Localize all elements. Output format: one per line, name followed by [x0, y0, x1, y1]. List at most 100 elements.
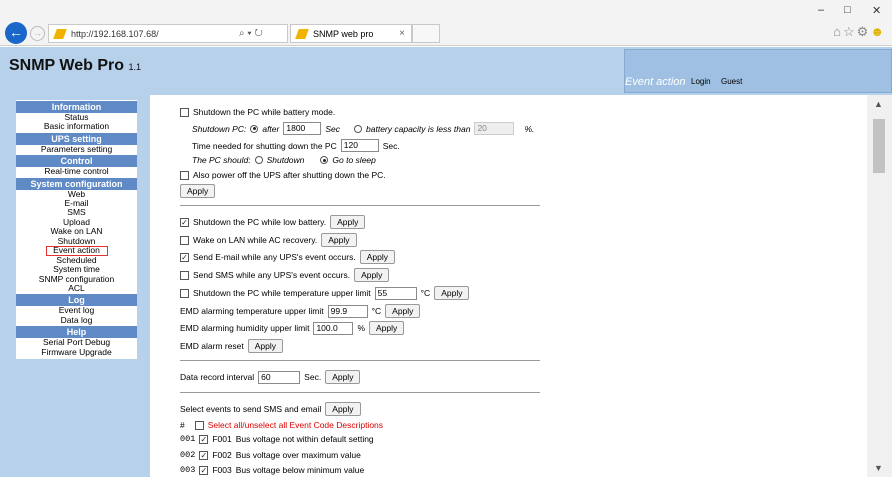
tab-close-icon[interactable]: ×: [399, 28, 405, 39]
battery-apply-row: Apply: [180, 184, 216, 198]
after-label: after: [262, 123, 280, 134]
battery-mode-row: Shutdown the PC while battery mode.: [180, 107, 335, 117]
emd-humidity-unit-label: %: [357, 323, 365, 333]
event-checkbox[interactable]: ✓: [199, 434, 209, 444]
scroll-thumb[interactable]: [873, 119, 885, 173]
pc-should-label: The PC should:: [192, 155, 251, 165]
menu-section-system-configuration[interactable]: System configuration: [16, 177, 137, 190]
low-battery-apply-button[interactable]: Apply: [330, 215, 366, 229]
power-off-checkbox[interactable]: [180, 170, 189, 180]
restore-icon[interactable]: □: [844, 4, 851, 16]
event-checkbox[interactable]: ✓: [199, 450, 209, 460]
menu-item-basic-information[interactable]: Basic information: [16, 121, 137, 131]
sms-event-checkbox[interactable]: [180, 270, 189, 280]
browser-tab[interactable]: SNMP web pro ×: [290, 24, 412, 43]
emd-temp-apply-button[interactable]: Apply: [385, 304, 421, 318]
menu-item-real-time-control[interactable]: Real-time control: [16, 166, 137, 176]
select-all-label: Select all/unselect all Event Code Descr…: [207, 420, 384, 430]
battery-mode-label: Shutdown the PC while battery mode.: [193, 107, 336, 117]
event-row: 001 ✓ F001 Bus voltage not within defaul…: [180, 434, 374, 444]
back-arrow-icon[interactable]: ←: [5, 22, 27, 44]
wake-lan-row: Wake on LAN while AC recovery. Apply: [180, 233, 357, 247]
temp-limit-apply-button[interactable]: Apply: [434, 286, 470, 300]
menu-item-acl[interactable]: ACL: [16, 283, 137, 293]
capacity-label: battery capacity is less than: [366, 123, 471, 134]
temp-limit-row: Shutdown the PC while temperature upper …: [180, 286, 470, 300]
email-event-checkbox[interactable]: ✓: [180, 252, 189, 262]
home-star-gear-icons: ⌂☆⚙: [833, 24, 871, 39]
emd-humidity-label: EMD alarming humidity upper limit: [180, 323, 310, 333]
sleep-label: Go to sleep: [332, 155, 376, 165]
time-needed-label: Time needed for shutting down the PC: [192, 140, 337, 151]
temp-limit-input[interactable]: 55: [374, 286, 417, 300]
browser-right-icons[interactable]: ⌂☆⚙☻: [833, 24, 886, 40]
tab-title: SNMP web pro: [313, 29, 374, 39]
forward-arrow-icon[interactable]: →: [30, 26, 45, 41]
menu-item-parameters-setting[interactable]: Parameters setting: [16, 144, 137, 154]
after-seconds-input[interactable]: 1800: [283, 122, 322, 135]
low-battery-row: ✓ Shutdown the PC while low battery. App…: [180, 215, 366, 229]
sleep-radio[interactable]: [320, 156, 329, 164]
shutdown-pc-row: Shutdown PC: after 1800 Sec battery capa…: [192, 122, 534, 135]
wake-lan-label: Wake on LAN while AC recovery.: [193, 235, 318, 245]
emd-humidity-input[interactable]: 100.0: [313, 321, 354, 335]
percent-label: %.: [524, 123, 535, 134]
after-radio[interactable]: [250, 124, 259, 133]
address-url: http://192.168.107.68/: [71, 29, 159, 39]
event-row: 003 ✓ F003 Bus voltage below minimum val…: [180, 465, 364, 475]
app-title: SNMP Web Pro 1.1: [9, 57, 141, 74]
select-all-row: # Select all/unselect all Event Code Des…: [180, 420, 383, 430]
power-off-row: Also power off the UPS after shutting do…: [180, 170, 386, 180]
divider: [180, 205, 540, 206]
select-events-apply-button[interactable]: Apply: [325, 402, 361, 416]
smiley-icon: ☻: [870, 24, 886, 39]
emd-reset-row: EMD alarm reset Apply: [180, 339, 284, 353]
menu-section-ups-setting[interactable]: UPS setting: [16, 132, 137, 145]
event-number: 002: [180, 450, 196, 460]
vertical-scrollbar[interactable]: ▲ ▼: [867, 95, 892, 477]
emd-reset-apply-button[interactable]: Apply: [247, 339, 284, 353]
battery-apply-button[interactable]: Apply: [180, 184, 216, 198]
scroll-down-icon[interactable]: ▼: [874, 463, 883, 473]
capacity-input[interactable]: 20: [474, 122, 515, 135]
time-unit-label: Sec.: [382, 140, 400, 151]
time-needed-input[interactable]: 120: [340, 139, 379, 152]
capacity-radio[interactable]: [354, 124, 363, 133]
divider: [180, 360, 540, 361]
event-checkbox[interactable]: ✓: [199, 465, 209, 475]
email-event-apply-button[interactable]: Apply: [359, 250, 395, 264]
battery-mode-checkbox[interactable]: [180, 107, 189, 117]
address-controls[interactable]: ⌕ ▾ ↻: [239, 28, 263, 39]
current-page-label: Event action: [625, 76, 686, 88]
data-record-apply-button[interactable]: Apply: [325, 370, 361, 384]
emd-temp-input[interactable]: 99.9: [327, 304, 368, 318]
main-content: Shutdown the PC while battery mode. Shut…: [150, 95, 867, 477]
sidebar-menu: Information Status Basic information UPS…: [16, 100, 137, 360]
shutdown-radio[interactable]: [254, 156, 263, 164]
hash-label: #: [180, 420, 185, 430]
event-description: Bus voltage not within default setting: [235, 434, 374, 444]
site-favicon-icon: [53, 29, 67, 39]
wake-lan-apply-button[interactable]: Apply: [321, 233, 357, 247]
wake-lan-checkbox[interactable]: [180, 235, 189, 245]
minimize-icon[interactable]: –: [818, 4, 824, 16]
data-record-row: Data record interval 60 Sec. Apply: [180, 370, 361, 384]
select-all-checkbox[interactable]: [194, 420, 204, 430]
menu-item-firmware-upgrade[interactable]: Firmware Upgrade: [16, 347, 137, 357]
data-record-input[interactable]: 60: [258, 370, 301, 384]
event-number: 003: [180, 465, 196, 475]
login-link[interactable]: Login: [691, 77, 711, 86]
email-event-row: ✓ Send E-mail while any UPS's event occu…: [180, 250, 395, 264]
emd-humidity-apply-button[interactable]: Apply: [369, 321, 405, 335]
new-tab-button[interactable]: [412, 24, 440, 43]
scroll-up-icon[interactable]: ▲: [874, 99, 883, 109]
sidebar: Information Status Basic information UPS…: [0, 95, 150, 477]
menu-item-data-log[interactable]: Data log: [16, 315, 137, 325]
sms-event-apply-button[interactable]: Apply: [354, 268, 390, 282]
close-window-icon[interactable]: ✕: [872, 4, 881, 17]
temp-limit-checkbox[interactable]: [180, 288, 189, 298]
address-bar[interactable]: http://192.168.107.68/ ⌕ ▾ ↻: [48, 24, 288, 43]
emd-temp-label: EMD alarming temperature upper limit: [180, 306, 324, 316]
shutdown-label: Shutdown: [266, 155, 305, 165]
low-battery-checkbox[interactable]: ✓: [180, 217, 189, 227]
